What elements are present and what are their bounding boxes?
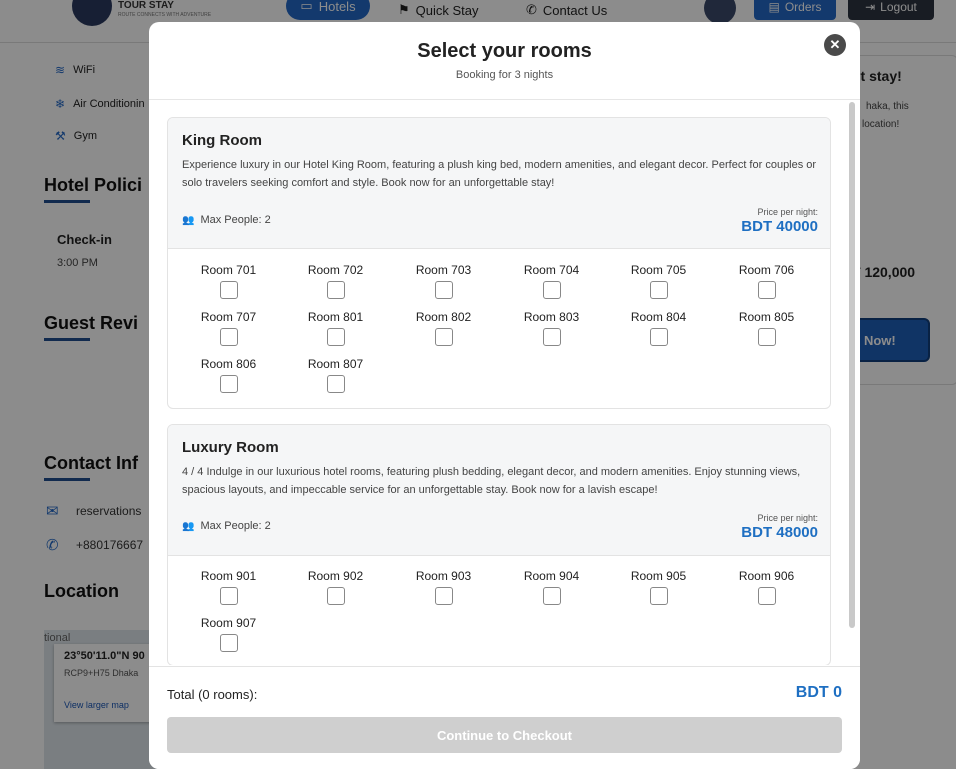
max-people-text: Max People: 2 — [200, 214, 271, 226]
room-type-card-luxury: Luxury Room 4 / 4 Indulge in our luxurio… — [167, 424, 831, 665]
room-checkbox[interactable] — [649, 328, 668, 346]
room-option: Room 707 — [175, 310, 282, 351]
room-label: Room 706 — [738, 263, 795, 277]
room-checkbox[interactable] — [219, 634, 238, 652]
total-label: Total (0 rooms): — [167, 687, 258, 702]
room-checkbox[interactable] — [757, 281, 776, 299]
room-checkbox[interactable] — [757, 328, 776, 346]
room-option: Room 704 — [498, 263, 605, 304]
room-label: Room 707 — [200, 310, 257, 324]
room-option: Room 802 — [390, 310, 497, 351]
room-label: Room 807 — [307, 357, 364, 371]
users-icon: 👥 — [182, 214, 195, 226]
room-label: Room 703 — [415, 263, 472, 277]
room-checkbox[interactable] — [757, 587, 776, 605]
users-icon: 👥 — [182, 520, 195, 532]
room-type-description: Experience luxury in our Hotel King Room… — [182, 159, 817, 189]
room-label: Room 702 — [307, 263, 364, 277]
room-label: Room 907 — [200, 616, 257, 630]
room-option: Room 706 — [713, 263, 820, 304]
room-label: Room 803 — [523, 310, 580, 324]
room-checkbox[interactable] — [326, 328, 345, 346]
room-label: Room 906 — [738, 569, 795, 583]
room-checkbox[interactable] — [434, 281, 453, 299]
room-checkbox[interactable] — [219, 375, 238, 393]
room-option: Room 801 — [282, 310, 389, 351]
room-option: Room 902 — [282, 569, 389, 610]
room-checkbox[interactable] — [219, 328, 238, 346]
continue-to-checkout-button[interactable]: Continue to Checkout — [167, 717, 842, 753]
room-checkbox[interactable] — [219, 281, 238, 299]
room-checkbox[interactable] — [326, 587, 345, 605]
room-type-description: 4 / 4 Indulge in our luxurious hotel roo… — [182, 466, 801, 496]
room-type-header: Luxury Room 4 / 4 Indulge in our luxurio… — [168, 425, 830, 556]
max-people-text: Max People: 2 — [200, 520, 271, 532]
room-option: Room 907 — [175, 616, 282, 657]
total-value: BDT 0 — [795, 684, 842, 701]
room-checkbox[interactable] — [542, 328, 561, 346]
room-label: Room 905 — [630, 569, 687, 583]
room-checkbox[interactable] — [649, 281, 668, 299]
room-option: Room 806 — [175, 357, 282, 398]
room-option: Room 703 — [390, 263, 497, 304]
room-option: Room 804 — [605, 310, 712, 351]
price-per-night-label: Price per night: — [757, 207, 818, 217]
room-label: Room 904 — [523, 569, 580, 583]
room-label: Room 901 — [200, 569, 257, 583]
room-option: Room 803 — [498, 310, 605, 351]
price-per-night-value: BDT 48000 — [741, 524, 818, 541]
select-rooms-modal: Select your rooms Booking for 3 nights ✕… — [149, 22, 860, 769]
room-checkbox[interactable] — [542, 281, 561, 299]
room-label: Room 805 — [738, 310, 795, 324]
room-label: Room 701 — [200, 263, 257, 277]
room-option: Room 701 — [175, 263, 282, 304]
room-type-name: Luxury Room — [182, 439, 279, 456]
room-option: Room 901 — [175, 569, 282, 610]
room-option: Room 903 — [390, 569, 497, 610]
room-type-header: King Room Experience luxury in our Hotel… — [168, 118, 830, 249]
price-per-night-label: Price per night: — [757, 513, 818, 523]
modal-body[interactable]: King Room Experience luxury in our Hotel… — [149, 100, 860, 665]
room-label: Room 902 — [307, 569, 364, 583]
room-type-name: King Room — [182, 132, 262, 149]
room-option: Room 702 — [282, 263, 389, 304]
modal-footer: Total (0 rooms): BDT 0 Continue to Check… — [149, 666, 860, 769]
room-label: Room 704 — [523, 263, 580, 277]
room-type-card-king: King Room Experience luxury in our Hotel… — [167, 117, 831, 409]
room-option: Room 906 — [713, 569, 820, 610]
room-label: Room 903 — [415, 569, 472, 583]
room-option: Room 805 — [713, 310, 820, 351]
room-checkbox[interactable] — [219, 587, 238, 605]
room-checkbox[interactable] — [649, 587, 668, 605]
room-label: Room 806 — [200, 357, 257, 371]
room-label: Room 705 — [630, 263, 687, 277]
room-checkbox[interactable] — [542, 587, 561, 605]
close-icon[interactable]: ✕ — [824, 34, 846, 56]
room-label: Room 801 — [307, 310, 364, 324]
room-option: Room 905 — [605, 569, 712, 610]
modal-title: Select your rooms — [417, 40, 592, 62]
modal-header: Select your rooms Booking for 3 nights ✕ — [149, 22, 860, 100]
room-checkbox[interactable] — [326, 281, 345, 299]
modal-scrollbar[interactable] — [849, 102, 855, 628]
room-checkbox[interactable] — [326, 375, 345, 393]
modal-subtitle: Booking for 3 nights — [455, 69, 554, 81]
room-checkbox[interactable] — [434, 587, 453, 605]
max-people: 👥 Max People: 2 — [182, 520, 271, 532]
max-people: 👥 Max People: 2 — [182, 214, 271, 226]
room-label: Room 802 — [415, 310, 472, 324]
price-per-night-value: BDT 40000 — [741, 218, 818, 235]
room-option: Room 807 — [282, 357, 389, 398]
room-checkbox[interactable] — [434, 328, 453, 346]
room-option: Room 904 — [498, 569, 605, 610]
room-option: Room 705 — [605, 263, 712, 304]
room-label: Room 804 — [630, 310, 687, 324]
